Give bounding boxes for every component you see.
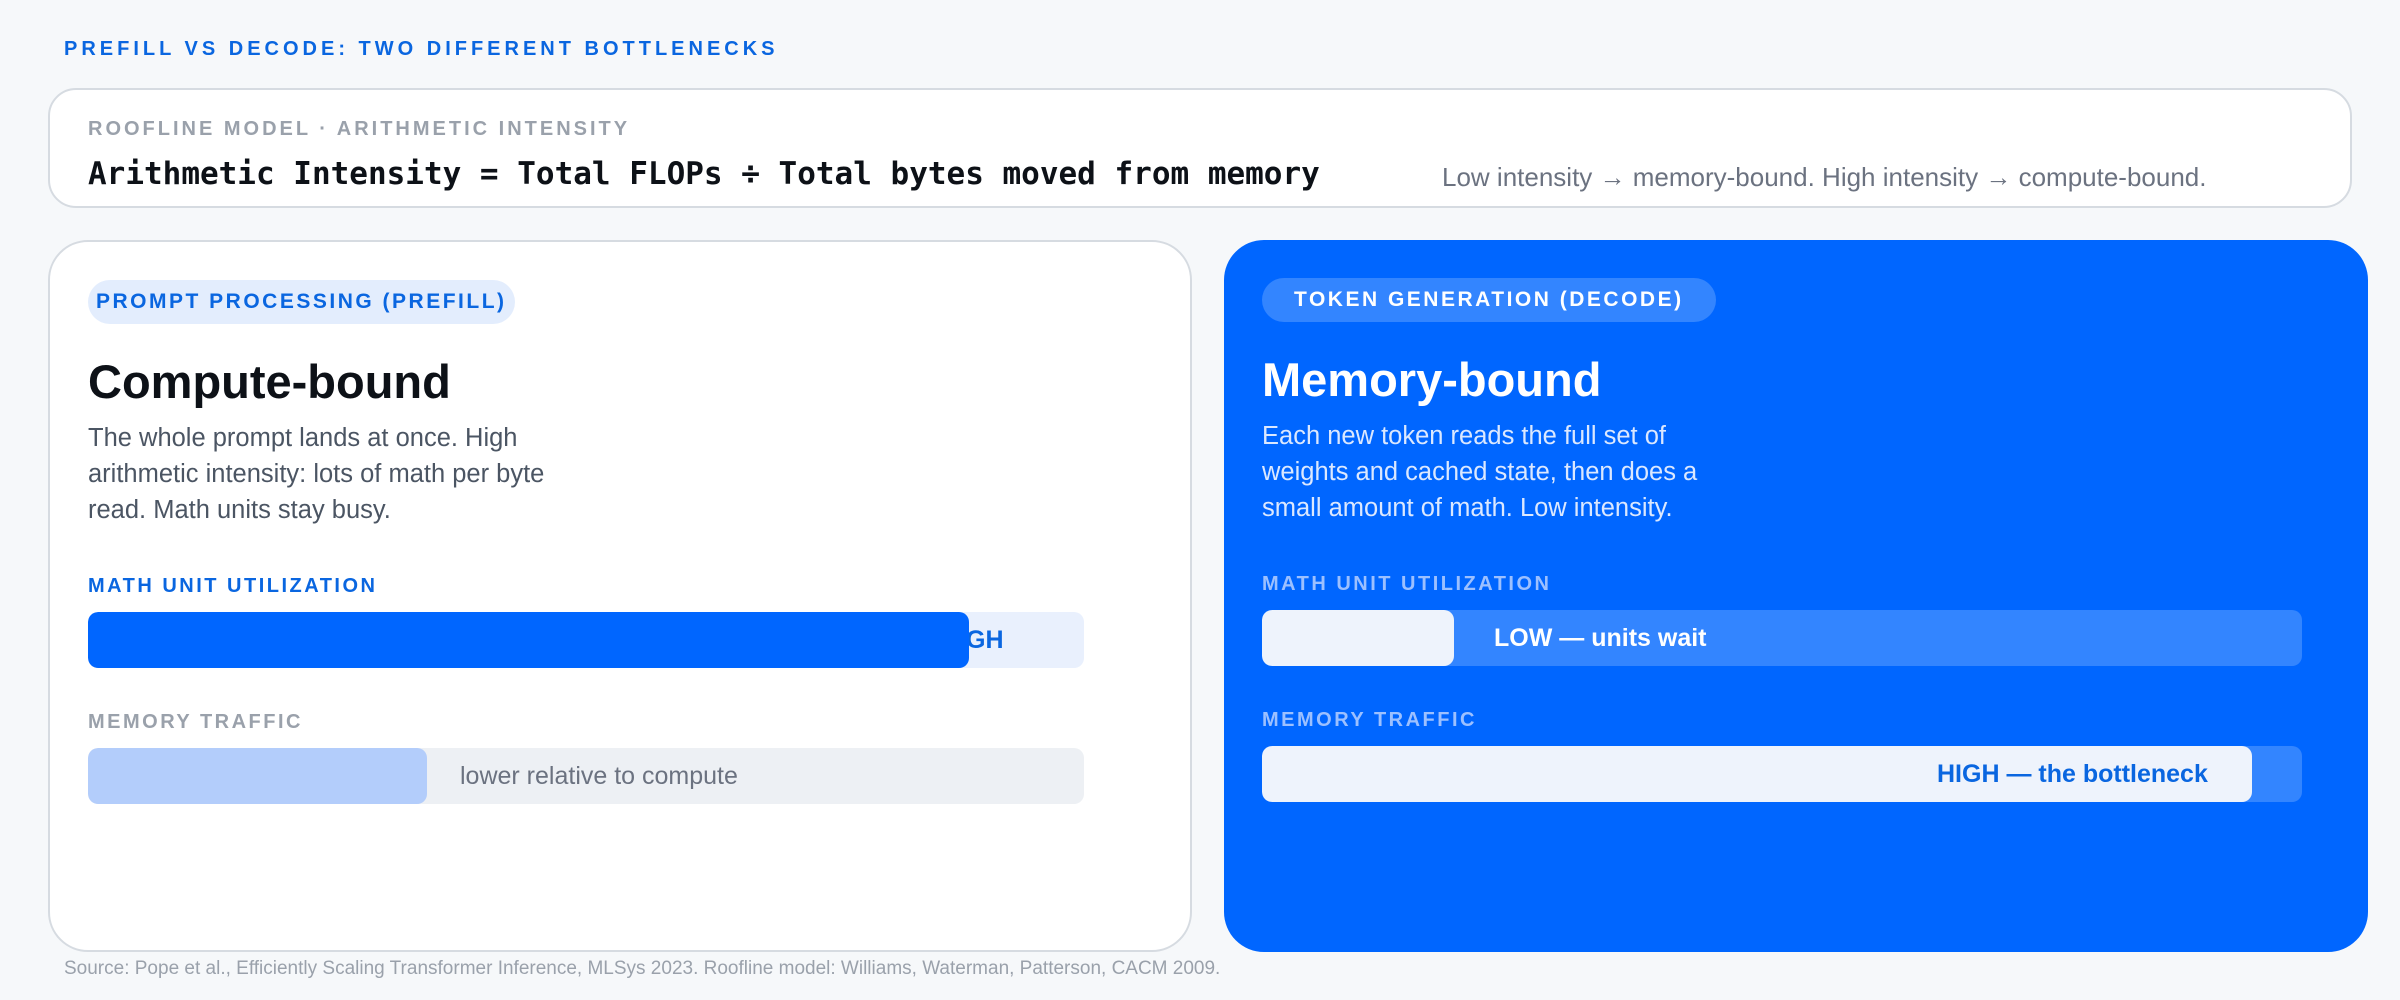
prefill-math-label: MATH UNIT UTILIZATION (88, 575, 378, 597)
decode-memory-bar: HIGH — the bottleneck (1262, 746, 2302, 802)
decode-description: Each new token reads the full set of wei… (1262, 422, 1698, 522)
decode-math-label: MATH UNIT UTILIZATION (1262, 573, 1552, 595)
formula-card: ROOFLINE MODEL · ARITHMETIC INTENSITY Ar… (48, 88, 2352, 208)
formula-equation: Arithmetic Intensity = Total FLOPs ÷ Tot… (88, 156, 1320, 192)
prefill-description: The whole prompt lands at once. High ari… (88, 424, 545, 524)
prefill-memory-text: lower relative to compute (460, 762, 738, 790)
prefill-panel: PROMPT PROCESSING (PREFILL) Compute-boun… (48, 240, 1192, 952)
formula-note: Low intensity → memory-bound. High inten… (1442, 162, 2207, 192)
source-footnote: Source: Pope et al., Efficiently Scaling… (64, 958, 1221, 979)
prefill-math-fill (88, 612, 970, 668)
prefill-memory-fill (88, 748, 427, 804)
decode-math-text: LOW — units wait (1494, 624, 1707, 652)
prefill-memory-label: MEMORY TRAFFIC (88, 711, 303, 733)
formula-kicker: ROOFLINE MODEL · ARITHMETIC INTENSITY (88, 118, 631, 140)
prefill-memory-bar: lower relative to compute (88, 748, 1084, 804)
decode-pill: TOKEN GENERATION (DECODE) (1262, 278, 1716, 322)
decode-memory-text: HIGH — the bottleneck (1937, 760, 2208, 788)
prefill-pill: PROMPT PROCESSING (PREFILL) (88, 280, 515, 324)
decode-memory-label: MEMORY TRAFFIC (1262, 709, 1477, 731)
decode-panel: TOKEN GENERATION (DECODE) Memory-bound E… (1224, 240, 2368, 952)
page-eyebrow: PREFILL VS DECODE: TWO DIFFERENT BOTTLEN… (64, 38, 779, 60)
decode-math-bar: LOW — units wait (1262, 610, 2302, 666)
prefill-title: Compute-bound (88, 355, 451, 408)
decode-title: Memory-bound (1262, 353, 1602, 406)
decode-math-fill (1262, 610, 1455, 666)
prefill-math-bar: GH (88, 612, 1084, 668)
prefill-math-text: GH (966, 626, 1004, 654)
